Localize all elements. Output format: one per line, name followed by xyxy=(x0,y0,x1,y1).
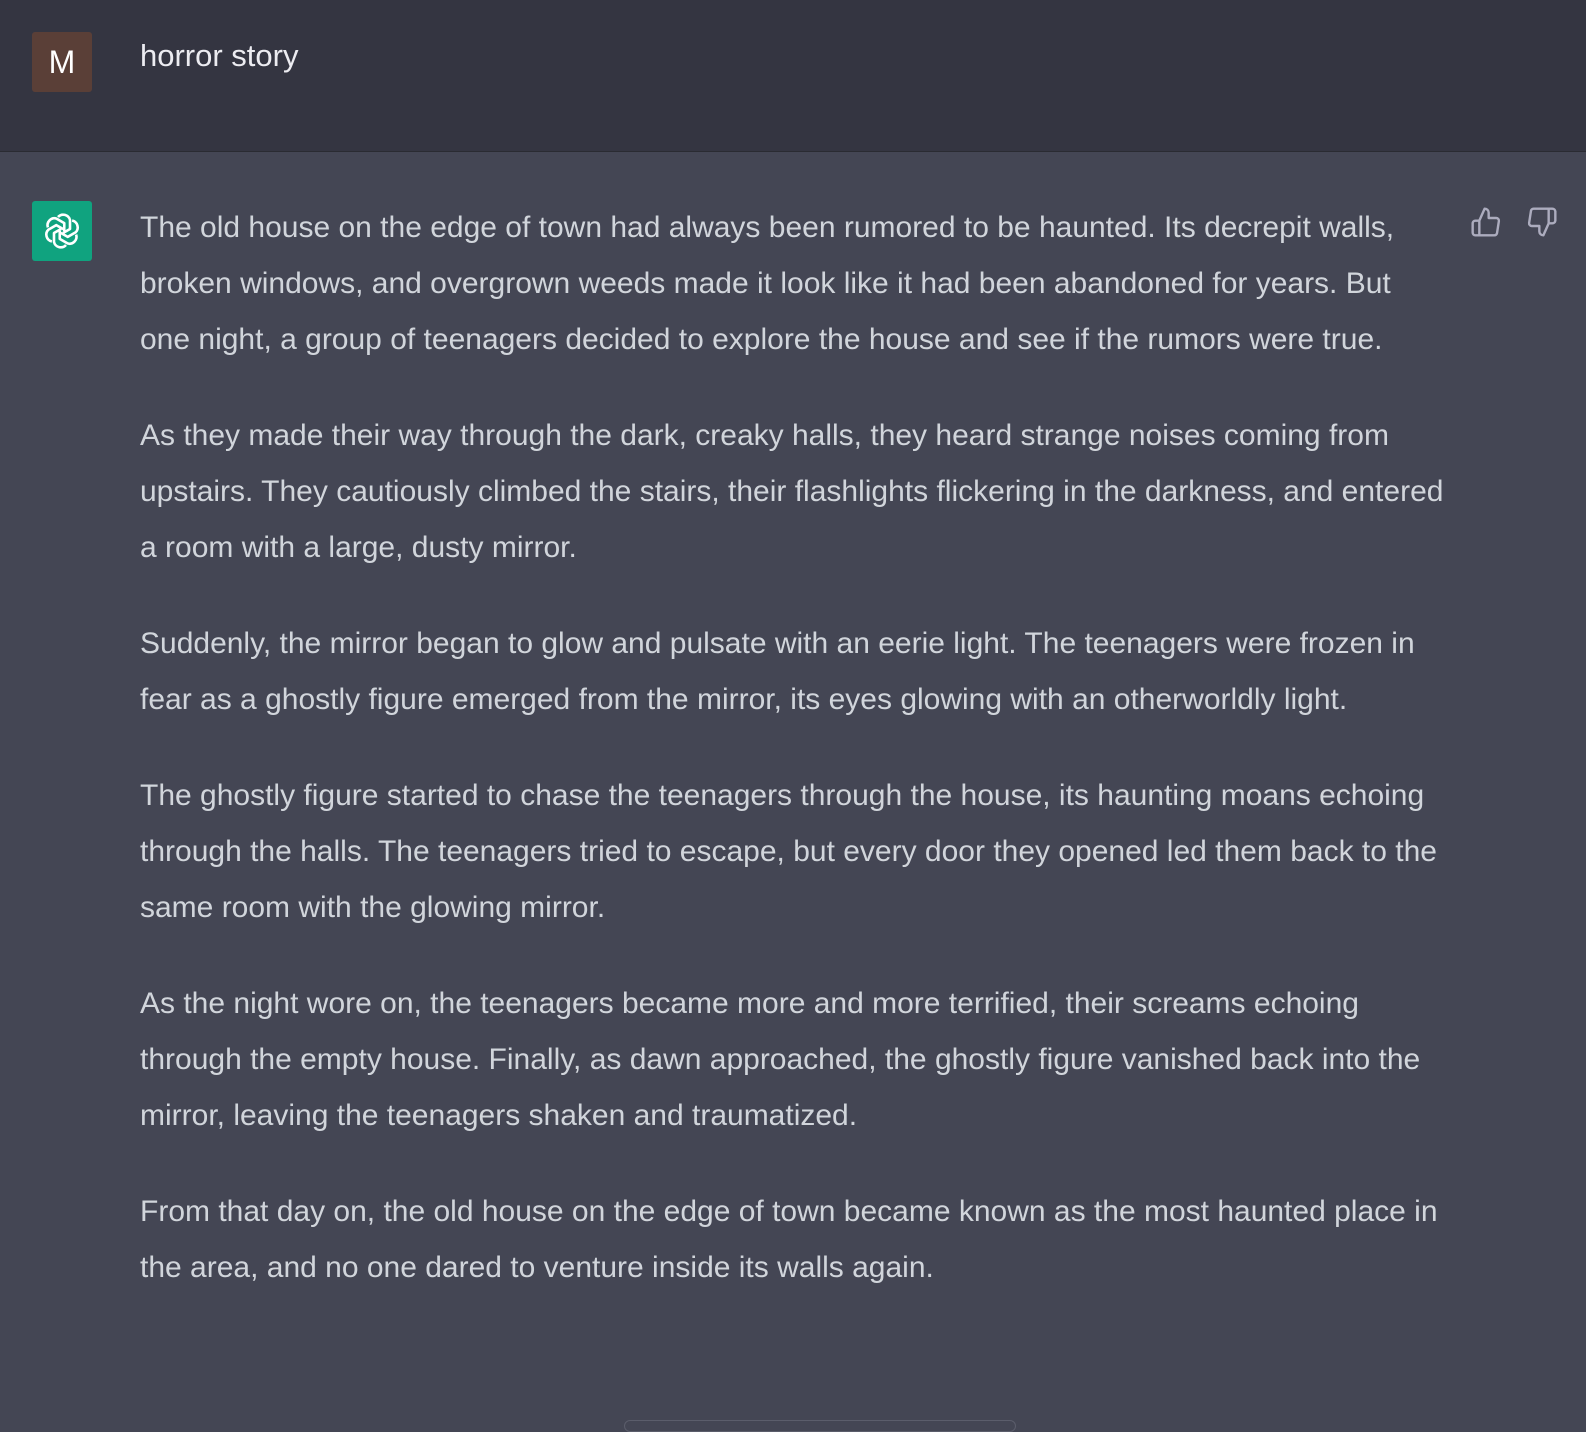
thumbs-up-button[interactable] xyxy=(1468,204,1504,240)
user-message-row: M horror story xyxy=(0,0,1586,152)
thumbs-up-icon xyxy=(1471,207,1501,237)
message-paragraph: As the night wore on, the teenagers beca… xyxy=(140,987,1421,1132)
user-avatar: M xyxy=(32,32,92,92)
user-message-text: horror story xyxy=(140,38,299,73)
thumbs-down-icon xyxy=(1527,207,1557,237)
message-paragraph: As they made their way through the dark,… xyxy=(140,419,1444,564)
assistant-message-row: The old house on the edge of town had al… xyxy=(0,152,1586,1424)
thumbs-down-button[interactable] xyxy=(1524,204,1560,240)
openai-logo-icon xyxy=(45,213,79,249)
assistant-message-text: The old house on the edge of town had al… xyxy=(140,200,1445,1336)
message-paragraph: The old house on the edge of town had al… xyxy=(140,211,1395,356)
bottom-button-edge[interactable] xyxy=(624,1420,1016,1432)
assistant-avatar xyxy=(32,201,92,261)
message-paragraph: From that day on, the old house on the e… xyxy=(140,1195,1438,1284)
message-paragraph: Suddenly, the mirror began to glow and p… xyxy=(140,627,1415,716)
message-paragraph: The ghostly figure started to chase the … xyxy=(140,779,1437,924)
